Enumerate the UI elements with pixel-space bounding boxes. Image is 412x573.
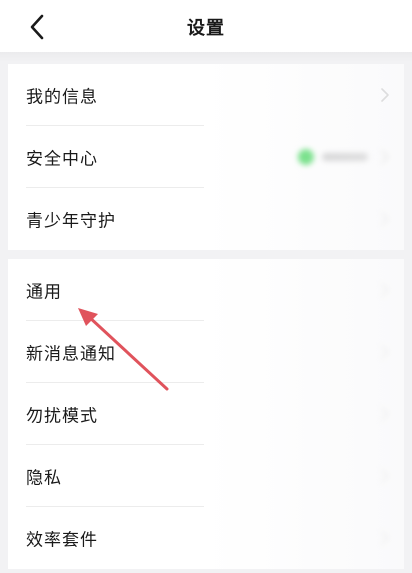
row-label: 青少年守护 <box>26 211 116 232</box>
settings-row-new-message-notification[interactable]: 新消息通知 <box>8 321 404 383</box>
row-label: 勿扰模式 <box>26 406 98 427</box>
row-label: 我的信息 <box>26 87 98 108</box>
chevron-right-icon <box>381 150 389 164</box>
settings-row-my-info[interactable]: 我的信息 <box>8 64 404 126</box>
chevron-right-icon <box>381 469 389 483</box>
settings-row-security-center[interactable]: 安全中心 <box>8 126 404 188</box>
settings-group-general: 通用 新消息通知 勿扰模式 隐私 效率套件 <box>8 259 404 569</box>
settings-group-account: 我的信息 安全中心 青少年守护 <box>8 64 404 250</box>
status-dot-icon <box>298 149 314 165</box>
chevron-right-icon <box>381 283 389 297</box>
chevron-right-icon <box>381 407 389 421</box>
settings-row-teen-protection[interactable]: 青少年守护 <box>8 188 404 250</box>
chevron-right-icon <box>381 88 389 102</box>
settings-row-efficiency-suite[interactable]: 效率套件 <box>8 507 404 569</box>
chevron-right-icon <box>381 212 389 226</box>
settings-screen: 设置 我的信息 安全中心 青少年守护 通用 新消息通知 勿扰模式 隐私 效率套件 <box>0 0 412 573</box>
header-separator <box>0 52 412 62</box>
chevron-right-icon <box>381 345 389 359</box>
row-label: 新消息通知 <box>26 344 116 365</box>
status-text-blurred <box>322 153 368 161</box>
settings-row-general[interactable]: 通用 <box>8 259 404 321</box>
row-label: 通用 <box>26 282 62 303</box>
row-label: 安全中心 <box>26 149 98 170</box>
row-label: 隐私 <box>26 468 62 489</box>
settings-row-do-not-disturb[interactable]: 勿扰模式 <box>8 383 404 445</box>
security-status <box>298 149 368 165</box>
chevron-right-icon <box>381 531 389 545</box>
settings-row-privacy[interactable]: 隐私 <box>8 445 404 507</box>
row-label: 效率套件 <box>26 530 98 551</box>
page-title: 设置 <box>187 18 225 39</box>
header-bar: 设置 <box>0 0 412 52</box>
